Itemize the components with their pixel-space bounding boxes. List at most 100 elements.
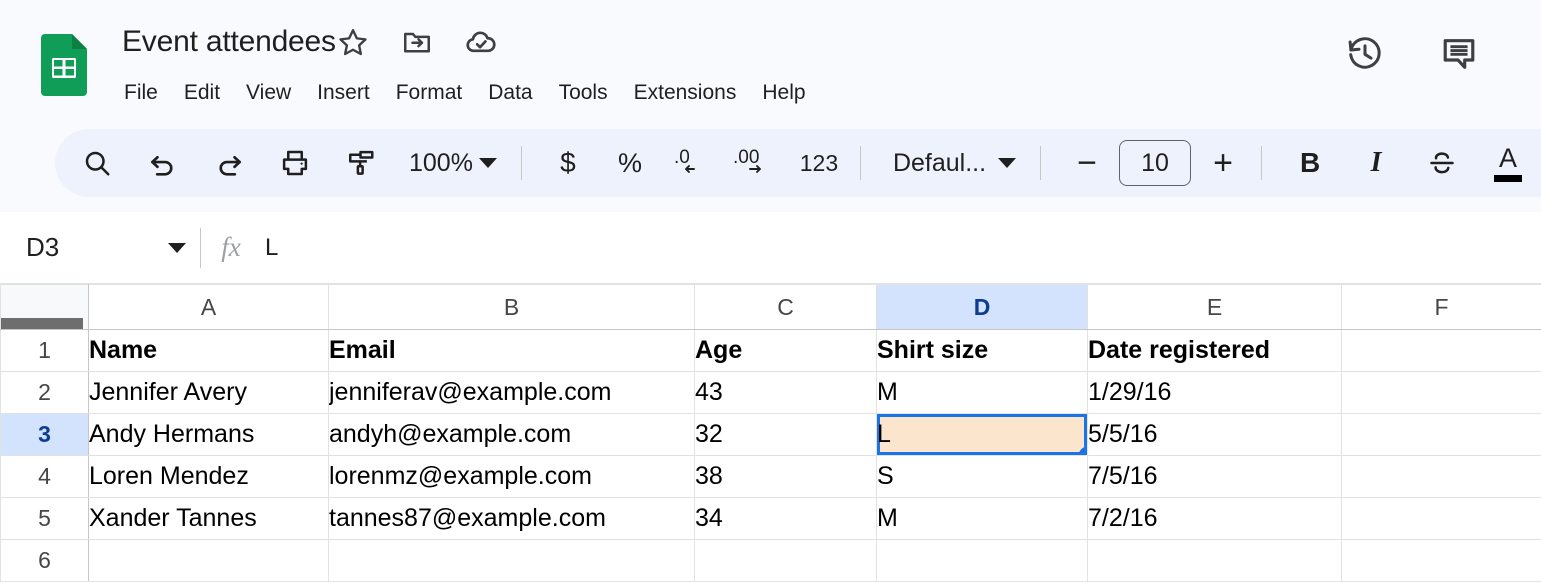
- comment-icon[interactable]: [1439, 34, 1479, 74]
- cell-e6[interactable]: [1088, 540, 1342, 582]
- cell-a4[interactable]: Loren Mendez: [89, 456, 329, 498]
- row-header-5[interactable]: 5: [1, 498, 89, 540]
- cell-e4[interactable]: 7/5/16: [1088, 456, 1342, 498]
- search-icon[interactable]: [71, 137, 123, 189]
- table-row: 5 Xander Tannes tannes87@example.com 34 …: [1, 498, 1541, 540]
- minus-label: −: [1077, 146, 1097, 180]
- cell-d1[interactable]: Shirt size: [877, 330, 1088, 372]
- menu-item-extensions[interactable]: Extensions: [621, 75, 750, 111]
- row-header-3[interactable]: 3: [1, 414, 89, 456]
- cell-f5[interactable]: [1342, 498, 1541, 540]
- select-all-corner[interactable]: [1, 285, 89, 330]
- cell-a5[interactable]: Xander Tannes: [89, 498, 329, 540]
- fx-icon[interactable]: fx: [201, 232, 261, 263]
- page-title[interactable]: Event attendees: [122, 20, 336, 64]
- italic-label: I: [1371, 147, 1382, 179]
- cell-f4[interactable]: [1342, 456, 1541, 498]
- version-history-icon[interactable]: [1345, 34, 1385, 74]
- zoom-control[interactable]: 100%: [403, 138, 503, 188]
- google-sheets-logo: [41, 34, 87, 96]
- cell-d3[interactable]: L: [877, 414, 1088, 456]
- percent-format-button[interactable]: %: [604, 137, 656, 189]
- cell-f1[interactable]: [1342, 330, 1541, 372]
- menu-item-tools[interactable]: Tools: [546, 75, 621, 111]
- text-color-button[interactable]: A: [1482, 137, 1534, 189]
- cell-a6[interactable]: [89, 540, 329, 582]
- column-header-f[interactable]: F: [1342, 285, 1541, 330]
- cell-c3[interactable]: 32: [695, 414, 877, 456]
- redo-icon[interactable]: [203, 137, 255, 189]
- zoom-value: 100%: [409, 149, 473, 178]
- row-header-2[interactable]: 2: [1, 372, 89, 414]
- table-row: 6: [1, 540, 1541, 582]
- cell-e3[interactable]: 5/5/16: [1088, 414, 1342, 456]
- cell-d5[interactable]: M: [877, 498, 1088, 540]
- move-to-folder-icon[interactable]: [400, 25, 434, 59]
- cell-e5[interactable]: 7/2/16: [1088, 498, 1342, 540]
- decrease-font-size-button[interactable]: −: [1061, 137, 1113, 189]
- header-actions: [1345, 34, 1479, 74]
- cell-b1[interactable]: Email: [329, 330, 695, 372]
- increase-font-size-button[interactable]: +: [1197, 137, 1249, 189]
- title-row: Event attendees: [122, 20, 498, 64]
- cell-b3[interactable]: andyh@example.com: [329, 414, 695, 456]
- column-header-a[interactable]: A: [89, 285, 329, 330]
- cell-b5[interactable]: tannes87@example.com: [329, 498, 695, 540]
- cell-f6[interactable]: [1342, 540, 1541, 582]
- menu-item-view[interactable]: View: [233, 75, 304, 111]
- cell-a3[interactable]: Andy Hermans: [89, 414, 329, 456]
- cell-a2[interactable]: Jennifer Avery: [89, 372, 329, 414]
- increase-decimal-button[interactable]: .00: [728, 137, 780, 189]
- menu-item-file[interactable]: File: [111, 75, 171, 111]
- row-header-6[interactable]: 6: [1, 540, 89, 582]
- paint-format-icon[interactable]: [335, 137, 387, 189]
- cell-b6[interactable]: [329, 540, 695, 582]
- menu-item-help[interactable]: Help: [749, 75, 818, 111]
- cell-a1[interactable]: Name: [89, 330, 329, 372]
- undo-icon[interactable]: [137, 137, 189, 189]
- star-icon[interactable]: [336, 25, 370, 59]
- cell-c4[interactable]: 38: [695, 456, 877, 498]
- cell-e1[interactable]: Date registered: [1088, 330, 1342, 372]
- cloud-saved-icon[interactable]: [464, 25, 498, 59]
- column-header-d[interactable]: D: [877, 285, 1088, 330]
- more-formats-button[interactable]: 123: [790, 137, 848, 189]
- menu-item-format[interactable]: Format: [383, 75, 476, 111]
- cell-f3[interactable]: [1342, 414, 1541, 456]
- print-icon[interactable]: [269, 137, 321, 189]
- cell-c2[interactable]: 43: [695, 372, 877, 414]
- cell-c6[interactable]: [695, 540, 877, 582]
- column-header-b[interactable]: B: [329, 285, 695, 330]
- formula-input[interactable]: L: [261, 212, 1541, 283]
- cell-b2[interactable]: jenniferav@example.com: [329, 372, 695, 414]
- cell-f2[interactable]: [1342, 372, 1541, 414]
- grid-table: A B C D E F 1 Name Email Age Shirt size …: [0, 284, 1541, 582]
- bold-label: B: [1300, 147, 1320, 179]
- menu-item-edit[interactable]: Edit: [171, 75, 233, 111]
- chevron-down-icon: [998, 158, 1016, 168]
- bold-button[interactable]: B: [1284, 137, 1336, 189]
- row-header-1[interactable]: 1: [1, 330, 89, 372]
- currency-format-button[interactable]: $: [542, 137, 594, 189]
- cell-d6[interactable]: [877, 540, 1088, 582]
- cell-e2[interactable]: 1/29/16: [1088, 372, 1342, 414]
- decrease-decimal-button[interactable]: .0: [666, 137, 718, 189]
- cell-c1[interactable]: Age: [695, 330, 877, 372]
- column-header-e[interactable]: E: [1088, 285, 1342, 330]
- font-family-selector[interactable]: Defaul...: [883, 138, 1026, 188]
- name-box[interactable]: D3: [0, 212, 200, 283]
- svg-text:.00: .00: [733, 147, 759, 168]
- font-size-input[interactable]: 10: [1119, 140, 1191, 186]
- cell-c5[interactable]: 34: [695, 498, 877, 540]
- row-header-4[interactable]: 4: [1, 456, 89, 498]
- strikethrough-button[interactable]: [1416, 137, 1468, 189]
- menu-item-data[interactable]: Data: [475, 75, 545, 111]
- cell-d4[interactable]: S: [877, 456, 1088, 498]
- menu-item-insert[interactable]: Insert: [304, 75, 383, 111]
- column-header-c[interactable]: C: [695, 285, 877, 330]
- cell-b4[interactable]: lorenmz@example.com: [329, 456, 695, 498]
- horizontal-scrollbar[interactable]: [1, 318, 83, 329]
- fill-handle[interactable]: [1079, 447, 1088, 456]
- italic-button[interactable]: I: [1350, 137, 1402, 189]
- cell-d2[interactable]: M: [877, 372, 1088, 414]
